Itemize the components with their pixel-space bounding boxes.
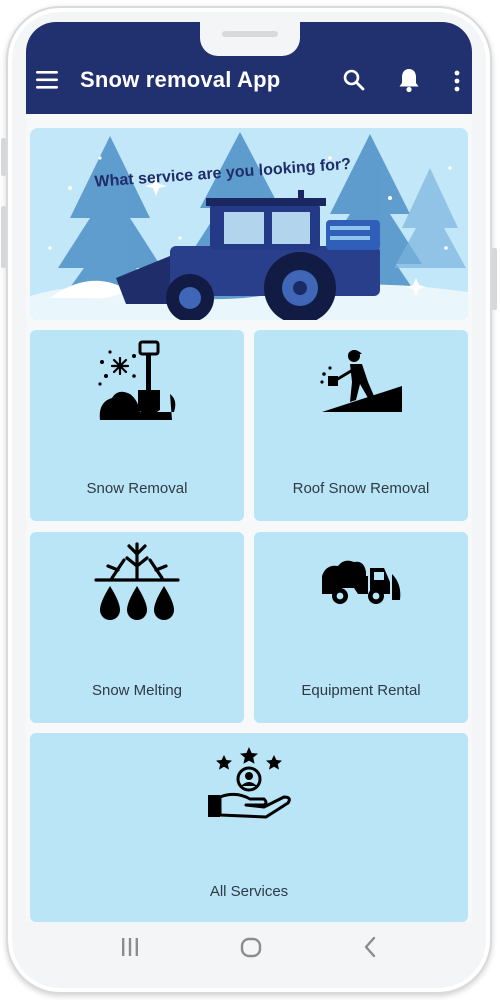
side-button xyxy=(492,248,497,310)
volume-button xyxy=(1,138,6,176)
service-tile-equipment-rental[interactable]: Equipment Rental xyxy=(254,532,468,723)
snow-plow-truck-icon xyxy=(322,560,401,604)
more-vertical-icon[interactable] xyxy=(450,69,464,93)
app-bar: Snow removal App xyxy=(26,22,472,114)
system-nav-bar xyxy=(26,922,472,980)
recents-icon[interactable] xyxy=(120,936,140,960)
service-label: All Services xyxy=(209,883,289,900)
snow-plow-tractor-illustration: What service are you looking for? xyxy=(30,128,468,320)
service-label: Roof Snow Removal xyxy=(292,480,430,497)
service-tile-roof-snow-removal[interactable]: Roof Snow Removal xyxy=(254,330,468,521)
service-label: Snow Melting xyxy=(91,682,183,699)
service-label: Equipment Rental xyxy=(301,682,421,699)
search-icon[interactable] xyxy=(342,68,366,92)
hamburger-menu-icon[interactable] xyxy=(36,70,60,90)
service-tile-snow-removal[interactable]: Snow Removal xyxy=(30,330,244,521)
service-tile-all-services[interactable]: All Services xyxy=(30,733,468,922)
app-title: Snow removal App xyxy=(80,67,281,92)
service-label: Snow Removal xyxy=(86,480,188,497)
power-button xyxy=(1,206,6,268)
camera-notch xyxy=(200,22,300,56)
service-banner[interactable]: What service are you looking for? xyxy=(30,128,468,320)
service-tile-snow-melting[interactable]: Snow Melting xyxy=(30,532,244,723)
snow-shovel-icon xyxy=(98,340,176,420)
hand-with-stars-icon xyxy=(208,747,291,819)
app-screen: Snow removal App What service are you lo… xyxy=(26,22,472,922)
roof-shoveling-icon xyxy=(320,350,402,412)
snowflake-melting-icon xyxy=(94,542,180,620)
bell-icon[interactable] xyxy=(398,67,420,93)
home-icon[interactable] xyxy=(239,936,263,960)
back-icon[interactable] xyxy=(362,936,378,960)
